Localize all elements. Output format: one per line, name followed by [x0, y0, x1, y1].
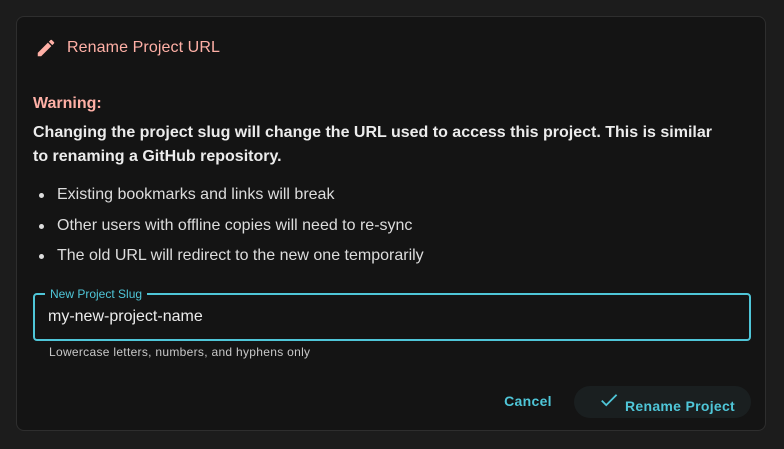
check-icon	[598, 389, 620, 411]
rename-project-dialog: Rename Project URL Warning: Changing the…	[16, 16, 766, 431]
pencil-icon	[35, 37, 57, 59]
list-item-text: Existing bookmarks and links will break	[57, 186, 335, 203]
rename-project-button[interactable]: Rename Project	[574, 386, 751, 418]
cancel-button[interactable]: Cancel	[495, 387, 561, 415]
consequence-list: Existing bookmarks and links will break …	[33, 183, 424, 275]
bullet-dot	[39, 193, 44, 198]
dialog-header: Rename Project URL	[35, 37, 220, 59]
dialog-title: Rename Project URL	[67, 39, 220, 56]
list-item-text: The old URL will redirect to the new one…	[57, 247, 424, 264]
list-item: Existing bookmarks and links will break	[33, 183, 424, 214]
list-item: The old URL will redirect to the new one…	[33, 244, 424, 275]
project-slug-field: New Project Slug	[33, 287, 751, 341]
bullet-dot	[39, 254, 44, 259]
project-slug-helper: Lowercase letters, numbers, and hyphens …	[49, 345, 311, 359]
project-slug-label: New Project Slug	[45, 287, 148, 301]
warning-text: Changing the project slug will change th…	[33, 124, 712, 165]
project-slug-input[interactable]	[48, 305, 728, 329]
bullet-dot	[39, 223, 44, 229]
list-item-text: Other users with offline copies will nee…	[57, 216, 413, 234]
rename-project-button-label: Rename Project	[625, 398, 736, 414]
list-item: Other users with offline copies will nee…	[33, 214, 424, 245]
warning-label: Warning:	[33, 95, 102, 112]
